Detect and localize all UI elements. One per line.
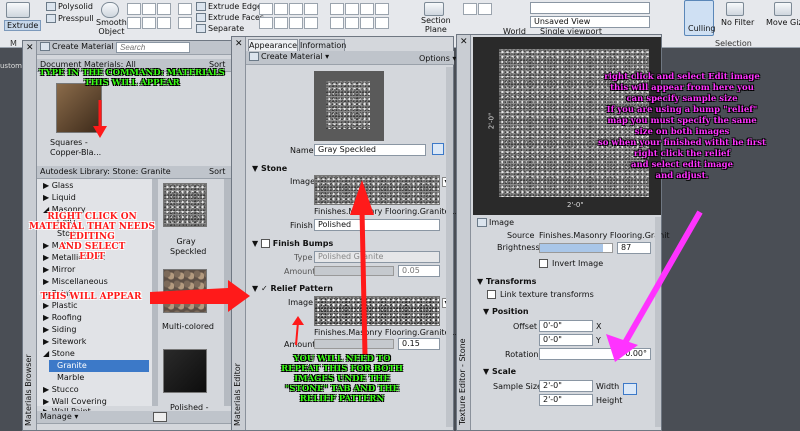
annotation-red-this-will-appear: THIS WILL APPEAR (40, 292, 142, 302)
annotation-green-top: TYPE IN THE COMMAND: MATERIALS THIS WILL… (39, 68, 225, 88)
arrowhead-small-icon (292, 316, 304, 325)
arrow-up-icon (359, 209, 368, 356)
annotation-magenta: right click and select Edit image this w… (597, 72, 766, 181)
arrowhead-magenta-icon (606, 334, 638, 362)
arrow-small-icon (295, 321, 299, 346)
arrowhead-up-icon (350, 180, 374, 215)
annotation-green-bottom: YOU WILL NEED TO REPEAT THIS FOR BOTH IM… (281, 354, 403, 404)
annotation-red-left: RIGHT CLICK ON MATERIAL THAT NEEDS EDITI… (29, 212, 155, 262)
arrow-magenta-icon (619, 210, 703, 350)
arrowhead-down-icon (93, 126, 107, 138)
arrow-right-icon (150, 280, 250, 312)
